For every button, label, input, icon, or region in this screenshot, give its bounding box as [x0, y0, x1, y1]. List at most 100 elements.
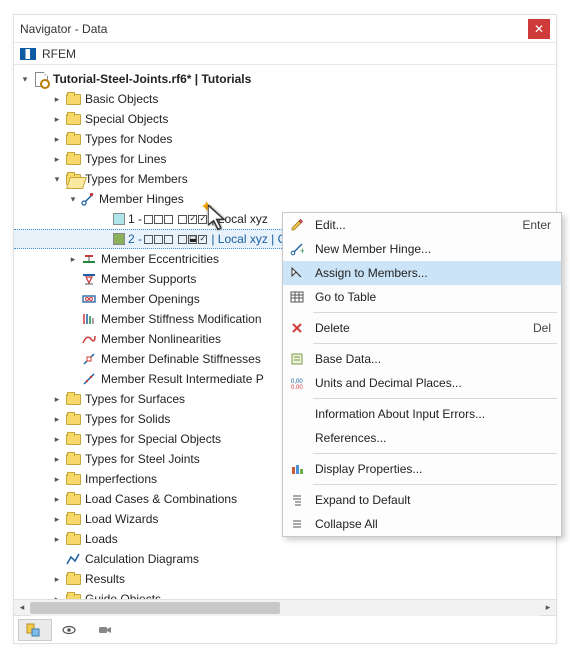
menu-assign-to-members[interactable]: Assign to Members... [283, 261, 561, 285]
document-icon [33, 71, 49, 87]
menu-delete[interactable]: Delete Del [283, 316, 561, 340]
folder-icon [65, 391, 81, 407]
stiffness-mod-icon [81, 311, 97, 327]
table-icon [287, 287, 307, 307]
units-icon: 0,000.00 [287, 373, 307, 393]
menu-base-data[interactable]: Base Data... [283, 347, 561, 371]
folder-icon [65, 571, 81, 587]
chevron-right-icon[interactable]: ▸ [50, 132, 64, 146]
def-stiff-icon [81, 351, 97, 367]
horizontal-scrollbar[interactable]: ◂ ▸ [14, 599, 556, 615]
tree-basic-objects[interactable]: ▸ Basic Objects [14, 89, 556, 109]
chevron-right-icon[interactable]: ▸ [50, 452, 64, 466]
chevron-right-icon[interactable]: ▸ [50, 412, 64, 426]
base-data-icon [287, 349, 307, 369]
hinge1-flags: ✓✓ [144, 212, 207, 226]
menu-separator [313, 398, 557, 399]
menu-collapse-all[interactable]: Collapse All [283, 512, 561, 536]
menu-expand-default[interactable]: Expand to Default [283, 488, 561, 512]
folder-icon [65, 431, 81, 447]
folder-icon [65, 471, 81, 487]
scroll-left-icon[interactable]: ◂ [14, 600, 30, 616]
tree-types-for-nodes[interactable]: ▸ Types for Nodes [14, 129, 556, 149]
tree-project-root[interactable]: ▾ Tutorial-Steel-Joints.rf6* | Tutorials [14, 69, 556, 89]
folder-icon [65, 91, 81, 107]
titlebar: Navigator - Data ✕ [14, 15, 556, 43]
folder-icon [65, 531, 81, 547]
chevron-right-icon[interactable]: ▸ [50, 112, 64, 126]
menu-units-decimal[interactable]: 0,000.00 Units and Decimal Places... [283, 371, 561, 395]
edit-icon [287, 215, 307, 235]
collapse-icon [287, 514, 307, 534]
chevron-right-icon[interactable]: ▸ [50, 572, 64, 586]
scroll-track[interactable] [30, 600, 540, 616]
folder-icon [65, 591, 81, 599]
tree-calculation-diagrams[interactable]: Calculation Diagrams [14, 549, 556, 569]
tab-display[interactable] [54, 619, 88, 641]
tree-special-objects[interactable]: ▸ Special Objects [14, 109, 556, 129]
folder-icon [65, 411, 81, 427]
rfem-icon [20, 48, 36, 60]
display-props-icon [287, 459, 307, 479]
menu-separator [313, 343, 557, 344]
chevron-right-icon[interactable]: ▸ [50, 592, 64, 599]
menu-display-properties[interactable]: Display Properties... [283, 457, 561, 481]
tab-views[interactable] [90, 619, 124, 641]
close-icon[interactable]: ✕ [528, 19, 550, 39]
chevron-right-icon[interactable]: ▸ [50, 152, 64, 166]
app-header: RFEM [14, 43, 556, 65]
support-icon [81, 271, 97, 287]
chevron-down-icon[interactable]: ▾ [66, 192, 80, 206]
tree-guide-objects[interactable]: ▸ Guide Objects [14, 589, 556, 599]
chevron-right-icon[interactable]: ▸ [50, 392, 64, 406]
bottom-tabs [14, 615, 556, 643]
new-hinge-icon: + [287, 239, 307, 259]
tree-member-hinges[interactable]: ▾ Member Hinges [14, 189, 556, 209]
expand-icon [287, 490, 307, 510]
color-swatch [113, 213, 125, 225]
assign-icon [287, 263, 307, 283]
tab-data[interactable] [18, 619, 52, 641]
menu-info-errors[interactable]: Information About Input Errors... [283, 402, 561, 426]
svg-text:0.00: 0.00 [291, 385, 303, 390]
chevron-right-icon[interactable]: ▸ [50, 92, 64, 106]
menu-new-member-hinge[interactable]: + New Member Hinge... [283, 237, 561, 261]
result-points-icon [81, 371, 97, 387]
menu-separator [313, 484, 557, 485]
eye-icon [61, 622, 77, 638]
hinge-icon [81, 192, 95, 206]
chevron-right-icon[interactable]: ▸ [50, 432, 64, 446]
menu-references[interactable]: References... [283, 426, 561, 450]
scroll-thumb[interactable] [30, 602, 280, 614]
chevron-right-icon[interactable]: ▸ [50, 532, 64, 546]
folder-icon [65, 451, 81, 467]
folder-open-icon [65, 171, 81, 187]
chevron-down-icon[interactable]: ▾ [18, 72, 32, 86]
tree-types-for-lines[interactable]: ▸ Types for Lines [14, 149, 556, 169]
svg-text:+: + [300, 246, 304, 256]
tree-results[interactable]: ▸ Results [14, 569, 556, 589]
diagram-icon [65, 551, 81, 567]
chevron-down-icon[interactable]: ▾ [50, 172, 64, 186]
hinge2-flags: ⬓✓ [144, 232, 207, 246]
menu-edit[interactable]: Edit... Enter [283, 213, 561, 237]
chevron-right-icon[interactable]: ▸ [50, 512, 64, 526]
app-name: RFEM [42, 47, 76, 61]
menu-go-to-table[interactable]: Go to Table [283, 285, 561, 309]
folder-icon [65, 111, 81, 127]
context-menu: Edit... Enter + New Member Hinge... Assi… [282, 212, 562, 537]
chevron-right-icon[interactable]: ▸ [50, 472, 64, 486]
chevron-right-icon[interactable]: ▸ [50, 492, 64, 506]
folder-icon [65, 151, 81, 167]
window-title: Navigator - Data [20, 22, 528, 36]
delete-icon [287, 318, 307, 338]
data-tab-icon [25, 622, 41, 638]
tree-types-for-members[interactable]: ▾ Types for Members [14, 169, 556, 189]
scroll-right-icon[interactable]: ▸ [540, 600, 556, 616]
folder-icon [65, 511, 81, 527]
chevron-right-icon[interactable]: ▸ [66, 252, 80, 266]
color-swatch [113, 233, 125, 245]
folder-icon [65, 131, 81, 147]
opening-icon [81, 291, 97, 307]
camera-icon [97, 622, 113, 638]
